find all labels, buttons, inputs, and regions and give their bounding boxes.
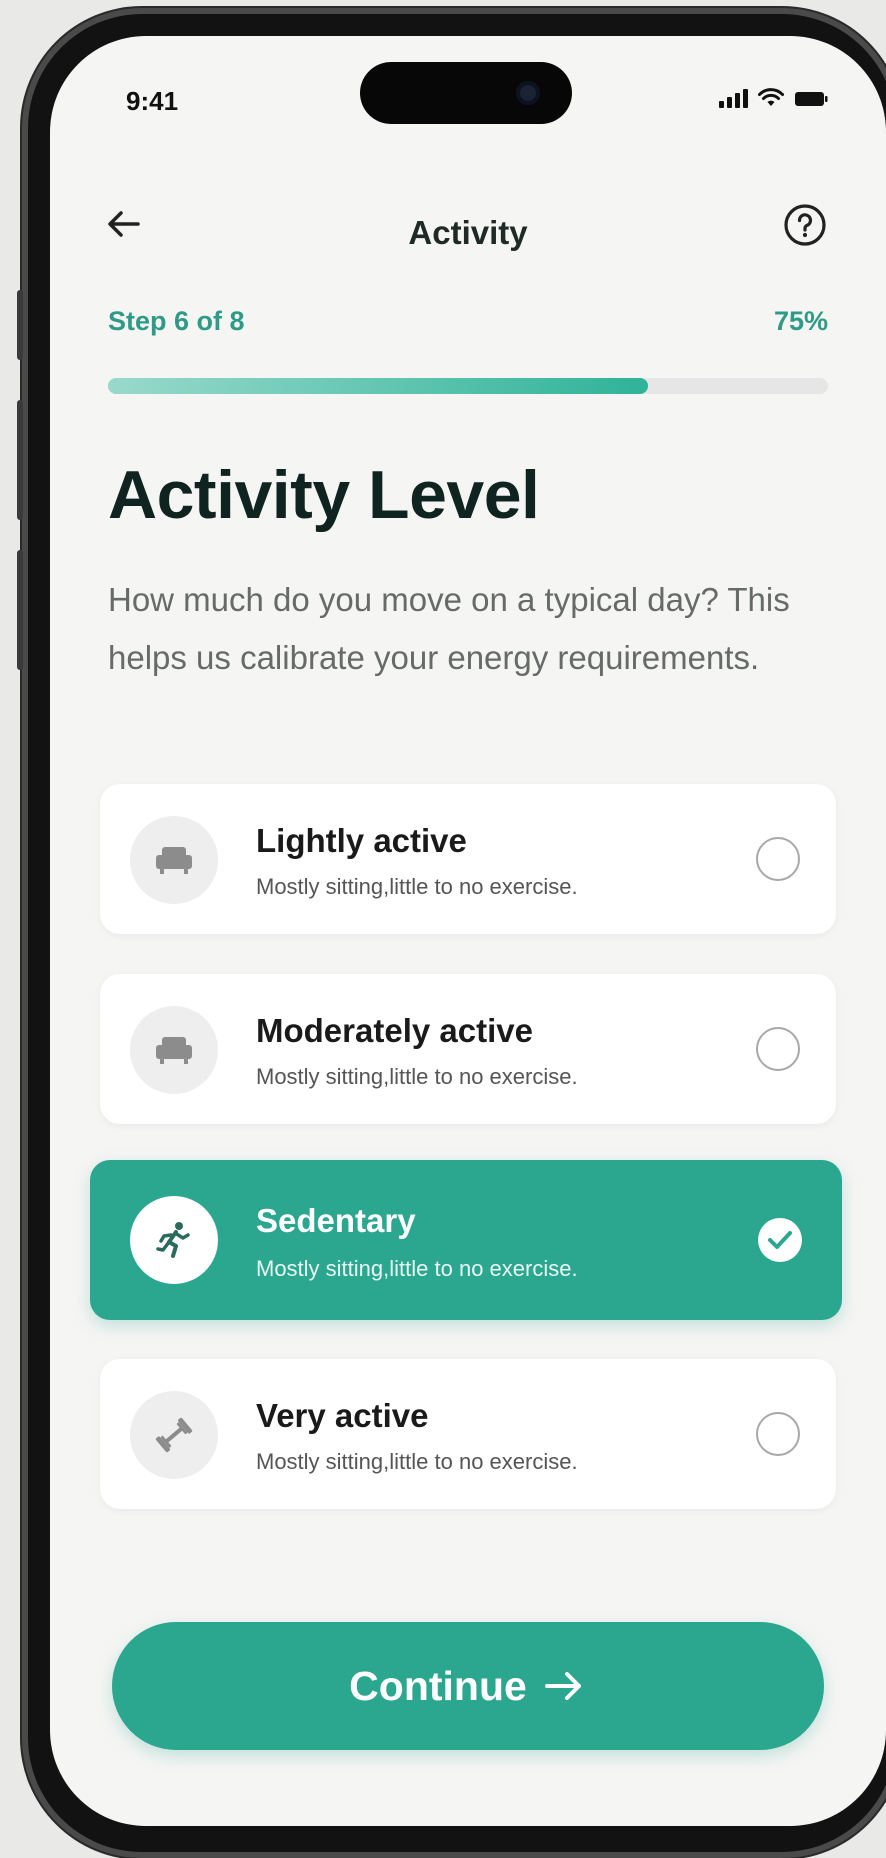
option-moderately-active[interactable]: Moderately active Mostly sitting,little … xyxy=(100,974,836,1124)
battery-icon xyxy=(794,90,828,108)
camera-lens xyxy=(516,81,540,105)
option-title: Lightly active xyxy=(256,822,467,859)
phone-side-button xyxy=(17,290,23,360)
checkmark-icon xyxy=(768,1231,792,1249)
option-subtitle: Mostly sitting,little to no exercise. xyxy=(256,1256,578,1281)
progress-bar xyxy=(108,378,828,394)
section-heading: Activity Level xyxy=(108,457,540,533)
page-title: Activity xyxy=(408,214,528,251)
question-circle-icon xyxy=(784,204,826,246)
dynamic-island xyxy=(360,62,572,124)
radio-unchecked[interactable] xyxy=(756,1412,800,1456)
option-very-active[interactable]: Very active Mostly sitting,little to no … xyxy=(100,1359,836,1509)
couch-icon xyxy=(130,1006,218,1094)
top-nav: Activity xyxy=(50,166,886,276)
option-title: Moderately active xyxy=(256,1012,533,1049)
option-sedentary[interactable]: Sedentary Mostly sitting,little to no ex… xyxy=(90,1160,842,1320)
status-icons xyxy=(719,88,828,108)
arrow-right-icon xyxy=(544,1672,581,1700)
section-description: How much do you move on a typical day? T… xyxy=(108,581,790,676)
option-title: Sedentary xyxy=(256,1202,416,1239)
phone-side-button xyxy=(17,550,23,670)
continue-button[interactable]: Continue xyxy=(112,1622,824,1750)
status-time: 9:41 xyxy=(126,86,179,116)
radio-checked[interactable] xyxy=(758,1218,802,1262)
continue-label: Continue xyxy=(349,1662,527,1709)
option-subtitle: Mostly sitting,little to no exercise. xyxy=(256,874,578,899)
running-person-icon xyxy=(130,1196,218,1284)
radio-unchecked[interactable] xyxy=(756,837,800,881)
help-button[interactable] xyxy=(782,202,828,248)
option-lightly-active[interactable]: Lightly active Mostly sitting,little to … xyxy=(100,784,836,934)
cellular-signal-icon xyxy=(719,88,748,108)
status-bar: 9:41 xyxy=(50,36,886,166)
option-subtitle: Mostly sitting,little to no exercise. xyxy=(256,1064,578,1089)
step-indicator: Step 6 of 8 75% xyxy=(108,306,828,346)
option-subtitle: Mostly sitting,little to no exercise. xyxy=(256,1449,578,1474)
wifi-icon xyxy=(758,88,784,108)
radio-unchecked[interactable] xyxy=(756,1027,800,1071)
phone-side-button xyxy=(17,400,23,520)
couch-icon xyxy=(130,816,218,904)
progress-bar-fill xyxy=(108,378,648,394)
app-screen: 9:41 Activity Step 6 of 8 75% Activity L… xyxy=(50,36,886,1826)
step-percent: 75% xyxy=(773,306,828,336)
option-title: Very active xyxy=(256,1397,429,1434)
step-label: Step 6 of 8 xyxy=(108,306,245,336)
dumbbell-icon xyxy=(130,1391,218,1479)
